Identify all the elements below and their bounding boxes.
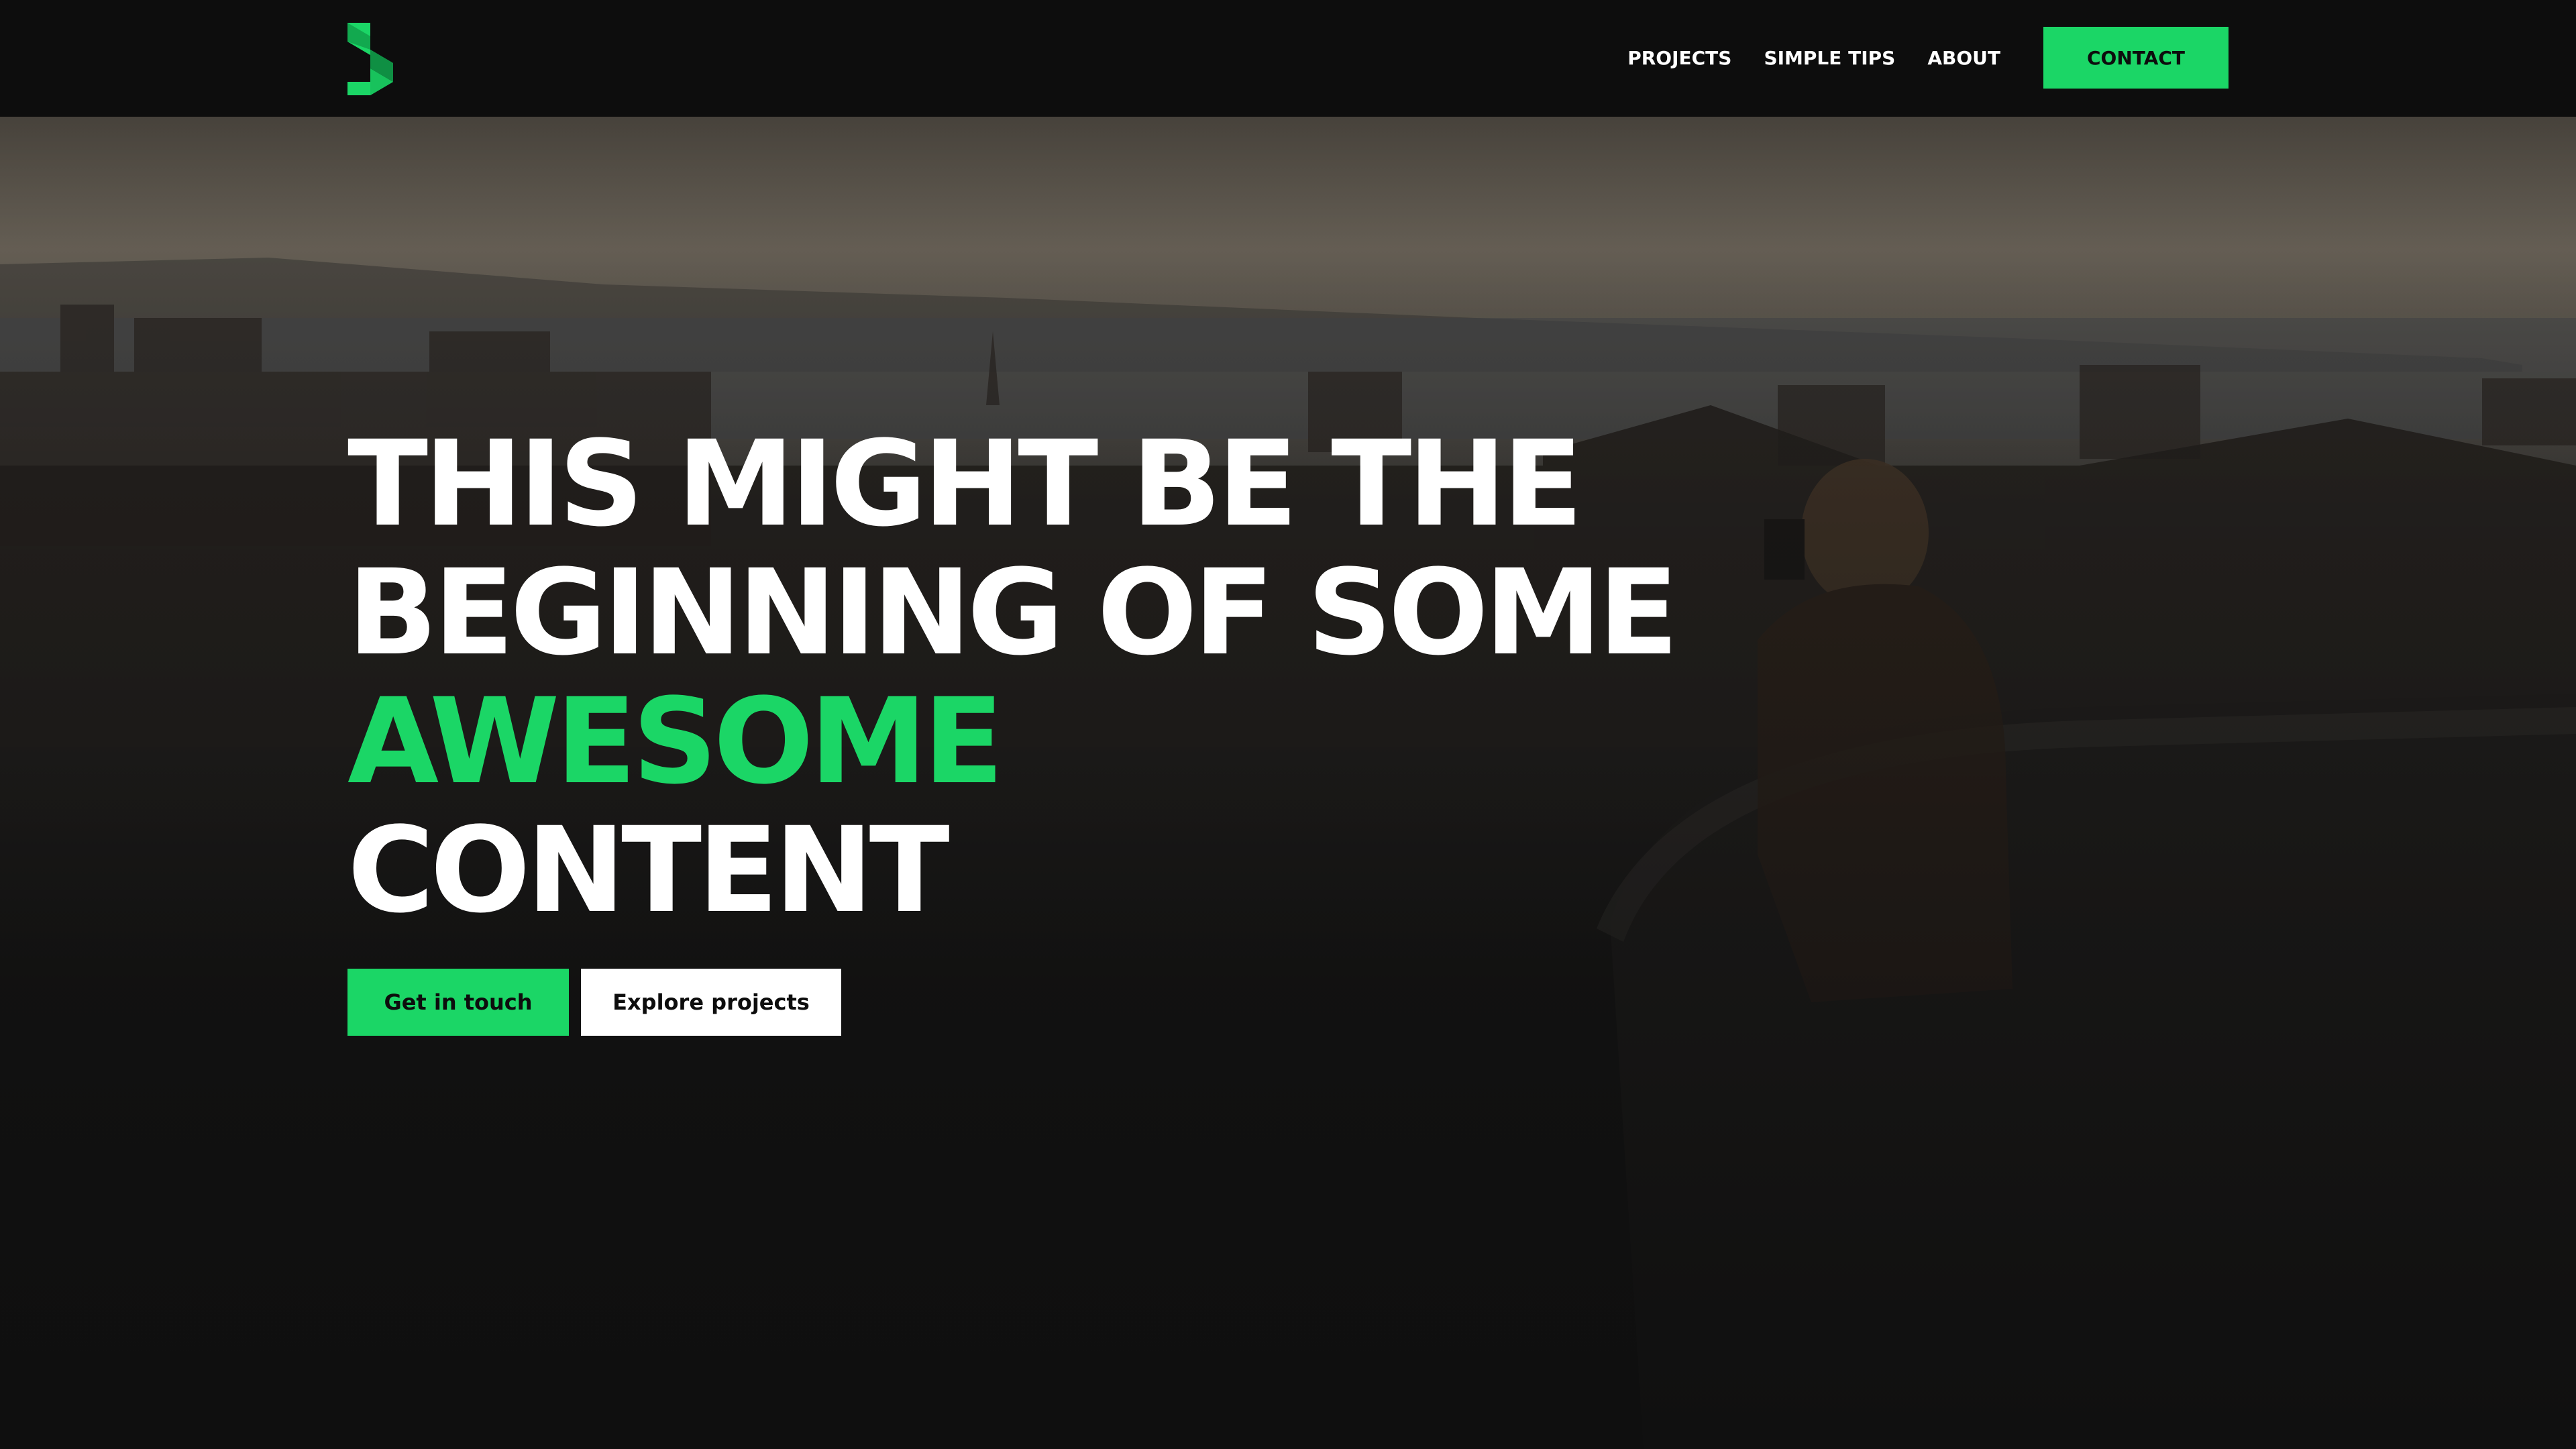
- nav-item-about[interactable]: ABOUT: [1927, 47, 2000, 69]
- cta-row: Get in touch Explore projects: [347, 969, 1890, 1036]
- contact-button[interactable]: CONTACT: [2043, 27, 2229, 89]
- hero-headline: THIS MIGHT BE THE BEGINNING OF SOME AWES…: [347, 420, 1890, 935]
- nav-item-simple-tips[interactable]: SIMPLE TIPS: [1764, 47, 1895, 69]
- headline-line-1: THIS MIGHT BE THE: [347, 415, 1583, 553]
- headline-line-4: CONTENT: [347, 802, 950, 939]
- hero-content: THIS MIGHT BE THE BEGINNING OF SOME AWES…: [347, 420, 1890, 1036]
- explore-projects-button[interactable]: Explore projects: [581, 969, 841, 1036]
- hero-section: THIS MIGHT BE THE BEGINNING OF SOME AWES…: [0, 117, 2576, 1449]
- headline-line-2: BEGINNING OF SOME: [347, 544, 1678, 682]
- site-header: PROJECTS SIMPLE TIPS ABOUT CONTACT: [0, 0, 2576, 117]
- headline-accent-word: AWESOME: [347, 673, 1004, 810]
- get-in-touch-button[interactable]: Get in touch: [347, 969, 569, 1036]
- nav-item-projects[interactable]: PROJECTS: [1627, 47, 1731, 69]
- main-nav: PROJECTS SIMPLE TIPS ABOUT CONTACT: [1627, 27, 2229, 89]
- s-logo-icon[interactable]: [347, 23, 393, 95]
